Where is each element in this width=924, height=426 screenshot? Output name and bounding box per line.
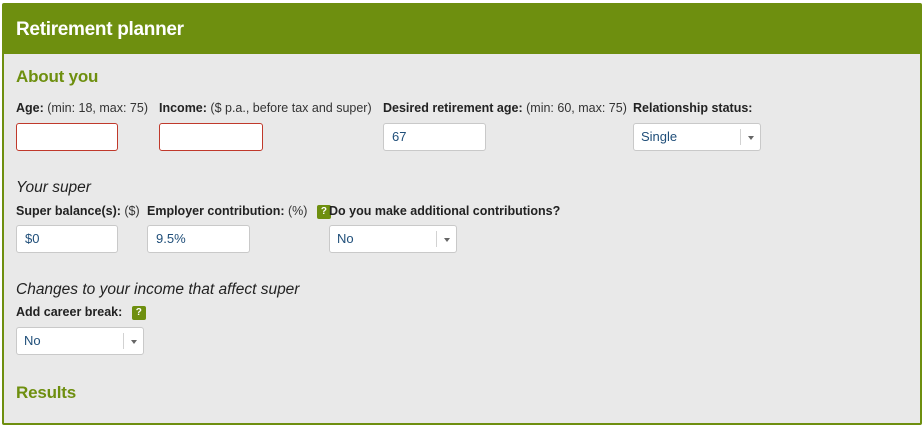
relationship-select-value: Single	[641, 129, 678, 144]
section-title-results: Results	[16, 383, 77, 402]
employer-contribution-hint: (%)	[287, 204, 308, 218]
super-balance-label: Super balance(s): ($)	[16, 204, 140, 218]
select-divider	[436, 231, 437, 247]
employer-contribution-label: Employer contribution: (%) ?	[147, 204, 331, 219]
retirement-planner-panel: Retirement planner About you Age: (min: …	[2, 3, 922, 425]
relationship-label-text: Relationship status:	[633, 101, 753, 115]
super-balance-hint: ($)	[124, 204, 140, 218]
additional-contributions-label: Do you make additional contributions?	[329, 204, 560, 218]
select-divider	[123, 333, 124, 349]
career-break-select-value: No	[24, 333, 41, 348]
age-hint: (min: 18, max: 75)	[47, 101, 148, 115]
super-balance-label-text: Super balance(s):	[16, 204, 121, 218]
employer-contribution-label-text: Employer contribution:	[147, 204, 285, 218]
age-label-text: Age:	[16, 101, 44, 115]
career-break-label-text: Add career break:	[16, 305, 123, 319]
income-label: Income: ($ p.a., before tax and super)	[159, 101, 372, 115]
help-icon[interactable]: ?	[131, 306, 146, 320]
retirement-age-label: Desired retirement age: (min: 60, max: 7…	[383, 101, 627, 115]
relationship-label: Relationship status:	[633, 101, 752, 115]
section-title-about-you: About you	[16, 67, 99, 86]
chevron-down-icon	[131, 340, 137, 344]
select-divider	[740, 129, 741, 145]
additional-contributions-select-value: No	[337, 231, 354, 246]
income-label-text: Income:	[159, 101, 207, 115]
retirement-age-hint: (min: 60, max: 75)	[526, 101, 627, 115]
income-input[interactable]	[159, 123, 263, 151]
career-break-select[interactable]: No	[16, 327, 144, 355]
retirement-age-input[interactable]: 67	[383, 123, 486, 151]
career-break-label: Add career break: ?	[16, 305, 146, 320]
additional-contributions-select[interactable]: No	[329, 225, 457, 253]
panel-header: Retirement planner	[4, 5, 920, 54]
subhead-your-super: Your super	[16, 179, 91, 196]
age-input[interactable]	[16, 123, 118, 151]
retirement-age-label-text: Desired retirement age:	[383, 101, 523, 115]
super-balance-input[interactable]: $0	[16, 225, 118, 253]
chevron-down-icon	[444, 238, 450, 242]
age-label: Age: (min: 18, max: 75)	[16, 101, 148, 115]
additional-contributions-label-text: Do you make additional contributions?	[329, 204, 561, 218]
income-hint: ($ p.a., before tax and super)	[210, 101, 372, 115]
subhead-income-changes: Changes to your income that affect super	[16, 281, 300, 298]
chevron-down-icon	[748, 136, 754, 140]
employer-contribution-input[interactable]: 9.5%	[147, 225, 250, 253]
relationship-select[interactable]: Single	[633, 123, 761, 151]
